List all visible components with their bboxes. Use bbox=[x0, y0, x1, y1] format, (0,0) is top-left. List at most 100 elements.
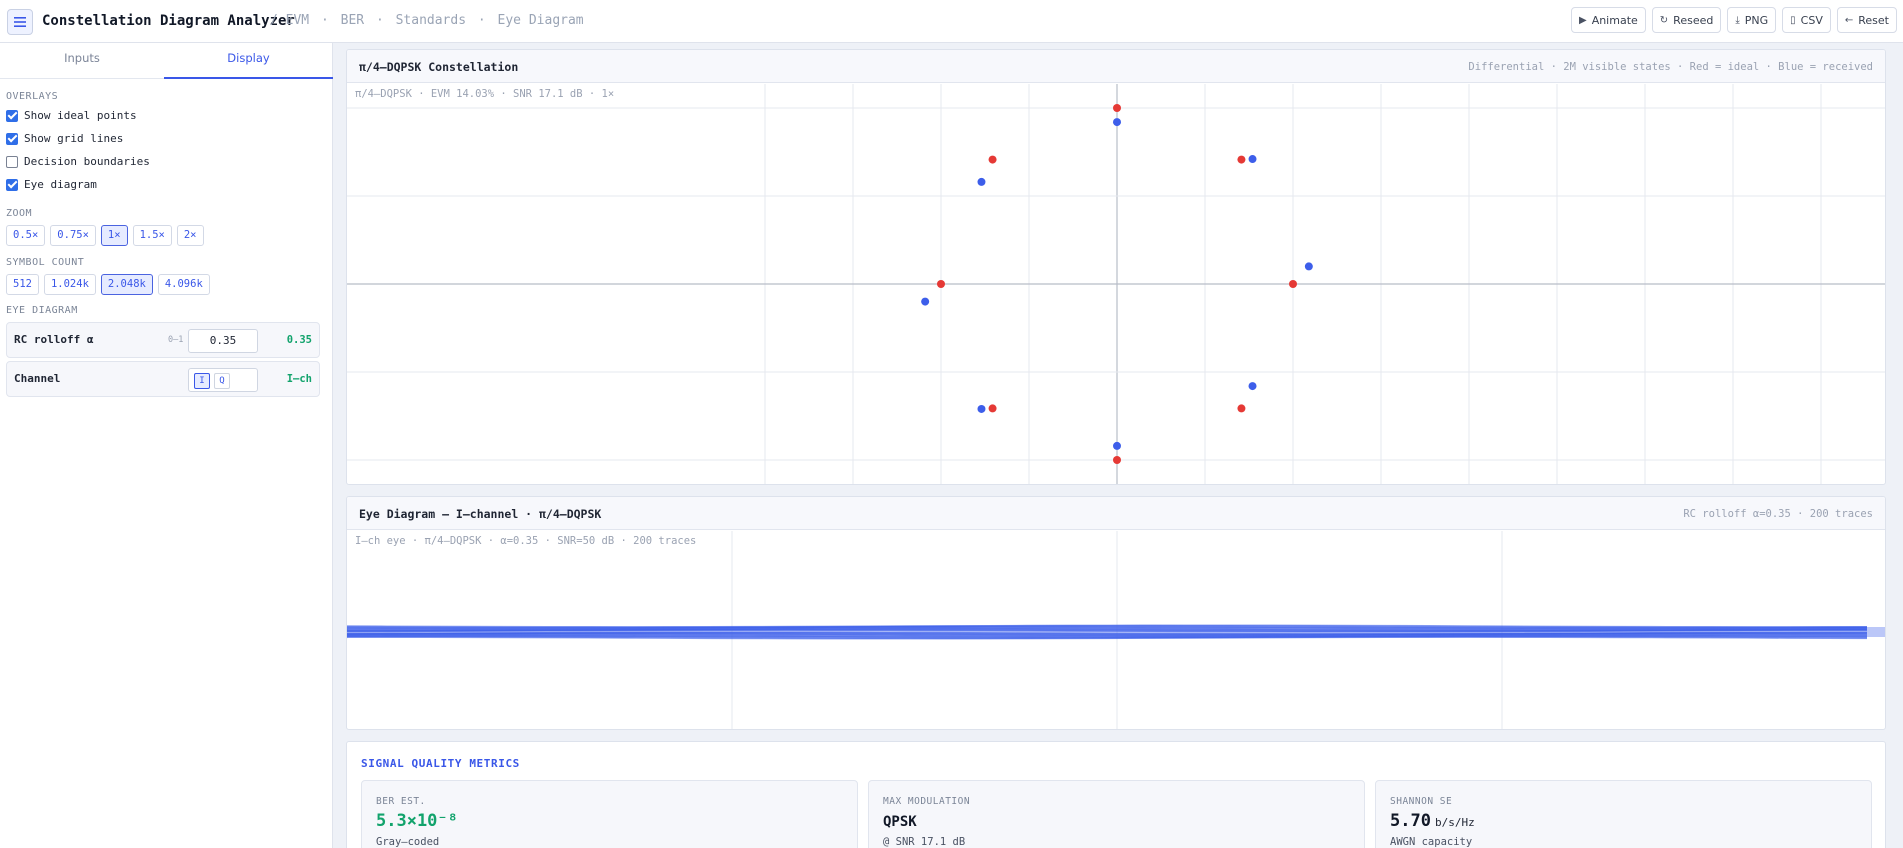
metric-label: SHANNON SE bbox=[1390, 796, 1453, 807]
received-point bbox=[1113, 441, 1121, 450]
eye-diagram-caption: I–ch eye · π/4–DQPSK · α=0.35 · SNR=50 d… bbox=[355, 535, 697, 547]
png-label: PNG bbox=[1744, 13, 1769, 27]
csv-label: CSV bbox=[1800, 13, 1823, 27]
checkbox-box[interactable] bbox=[6, 109, 18, 122]
metric-value-text: QPSK bbox=[883, 814, 917, 830]
checkbox-label: Show ideal points bbox=[24, 109, 137, 122]
tab-display[interactable]: Display bbox=[164, 43, 333, 79]
hamburger-icon bbox=[14, 17, 26, 27]
checkbox-label: Eye diagram bbox=[24, 178, 97, 191]
symbol-count-option[interactable]: 512 bbox=[6, 274, 39, 295]
symbol-count-selector: 512 1.024k 2.048k 4.096k bbox=[6, 274, 215, 295]
ideal-point bbox=[1237, 404, 1246, 413]
metric-value: 5.70 b/s/Hz bbox=[1390, 811, 1475, 831]
checkbox-show-grid-lines[interactable]: Show grid lines bbox=[6, 132, 123, 145]
channel-option-i[interactable]: I bbox=[194, 373, 210, 389]
metric-card-ber: BER EST. 5.3×10⁻⁸ Gray–coded bbox=[361, 780, 858, 848]
zoom-option[interactable]: 1.5× bbox=[132, 225, 172, 246]
breadcrumb-eye-diagram[interactable]: Eye Diagram bbox=[498, 13, 584, 28]
checkbox-decision-boundaries[interactable]: Decision boundaries bbox=[6, 155, 150, 168]
metric-card-max-modulation: MAX MODULATION QPSK @ SNR 17.1 dB bbox=[868, 780, 1365, 848]
rolloff-label: RC rolloff α bbox=[14, 333, 94, 346]
rolloff-control: RC rolloff α 0–1 0.35 0.35 bbox=[6, 322, 320, 358]
zoom-option[interactable]: 2× bbox=[176, 225, 204, 246]
channel-option-q[interactable]: Q bbox=[214, 373, 230, 389]
ideal-point bbox=[1237, 155, 1246, 164]
metric-value-text: 5.3×10⁻⁸ bbox=[376, 811, 458, 831]
metric-value: QPSK bbox=[883, 814, 917, 830]
animate-label: Animate bbox=[1591, 13, 1638, 27]
checkbox-label: Show grid lines bbox=[24, 132, 124, 145]
zoom-option[interactable]: 0.5× bbox=[6, 225, 46, 246]
metric-unit: b/s/Hz bbox=[1434, 816, 1475, 829]
channel-control: Channel I Q I–ch bbox=[6, 361, 320, 397]
breadcrumb-separator: · bbox=[375, 13, 384, 28]
metric-value: 5.3×10⁻⁸ bbox=[376, 811, 458, 831]
symbol-count-option[interactable]: 4.096k bbox=[157, 274, 210, 295]
metrics-title: SIGNAL QUALITY METRICS bbox=[361, 757, 520, 770]
ideal-point bbox=[988, 404, 997, 413]
zoom-option-selected[interactable]: 1× bbox=[100, 225, 128, 246]
channel-value: I–ch bbox=[286, 373, 312, 385]
constellation-panel-header: π/4–DQPSK Constellation Differential · 2… bbox=[347, 50, 1885, 83]
breadcrumb-evm[interactable]: / EVM bbox=[270, 13, 309, 28]
breadcrumb: / EVM · BER · Standards · Eye Diagram bbox=[270, 13, 588, 28]
reset-button[interactable]: ← Reset bbox=[1836, 7, 1897, 33]
channel-label: Channel bbox=[14, 372, 61, 385]
ideal-point bbox=[1113, 456, 1121, 464]
metric-label: BER EST. bbox=[376, 796, 426, 807]
arrow-left-icon: ← bbox=[1844, 14, 1854, 26]
breadcrumb-standards[interactable]: Standards bbox=[396, 13, 466, 28]
top-bar: Constellation Diagram Analyzer / EVM · B… bbox=[0, 0, 1903, 43]
animate-button[interactable]: ▶ Animate bbox=[1570, 7, 1646, 33]
reseed-label: Reseed bbox=[1673, 13, 1714, 27]
constellation-title: π/4–DQPSK Constellation bbox=[359, 60, 519, 74]
constellation-panel: π/4–DQPSK Constellation Differential · 2… bbox=[346, 49, 1886, 485]
eye-diagram-heading: EYE DIAGRAM bbox=[6, 305, 78, 316]
symbol-count-option-selected[interactable]: 2.048k bbox=[100, 274, 153, 295]
received-point bbox=[1304, 262, 1313, 271]
sidebar: Inputs Display OVERLAYS Show ideal point… bbox=[0, 43, 333, 848]
metric-value-text: 5.70 bbox=[1390, 811, 1431, 831]
zoom-heading: ZOOM bbox=[6, 208, 33, 219]
eye-diagram-meta: RC rolloff α=0.35 · 200 traces bbox=[1683, 508, 1873, 520]
eye-diagram-plot[interactable] bbox=[347, 531, 1886, 730]
checkbox-box[interactable] bbox=[6, 178, 18, 191]
toolbar: ▶ Animate ↻ Reseed ⤓ PNG ▯ CSV ← Reset bbox=[1570, 7, 1903, 33]
received-point bbox=[1113, 118, 1121, 127]
file-icon: ▯ bbox=[1790, 14, 1796, 26]
symbol-count-option[interactable]: 1.024k bbox=[43, 274, 96, 295]
checkbox-label: Decision boundaries bbox=[24, 155, 150, 168]
metric-label: MAX MODULATION bbox=[883, 796, 971, 807]
received-point bbox=[977, 404, 986, 413]
checkbox-box[interactable] bbox=[6, 155, 18, 168]
app-title: Constellation Diagram Analyzer bbox=[42, 13, 295, 29]
metric-sub: @ SNR 17.1 dB bbox=[883, 836, 966, 848]
rolloff-range: 0–1 bbox=[168, 335, 184, 345]
csv-button[interactable]: ▯ CSV bbox=[1782, 7, 1831, 33]
checkbox-box[interactable] bbox=[6, 132, 18, 145]
breadcrumb-separator: · bbox=[320, 13, 329, 28]
rolloff-input[interactable]: 0.35 bbox=[188, 329, 258, 353]
constellation-plot[interactable] bbox=[347, 84, 1886, 485]
metric-sub: Gray–coded bbox=[376, 836, 440, 848]
ideal-point bbox=[1113, 104, 1121, 112]
breadcrumb-ber[interactable]: BER bbox=[341, 13, 364, 28]
menu-button[interactable] bbox=[7, 9, 33, 35]
zoom-selector: 0.5× 0.75× 1× 1.5× 2× bbox=[6, 225, 209, 246]
ideal-point bbox=[937, 280, 945, 288]
ideal-point bbox=[1289, 280, 1297, 288]
channel-selector: I Q bbox=[188, 368, 258, 392]
zoom-option[interactable]: 0.75× bbox=[50, 225, 96, 246]
eye-trace-band bbox=[347, 627, 1885, 637]
png-button[interactable]: ⤓ PNG bbox=[1727, 7, 1777, 33]
tab-inputs[interactable]: Inputs bbox=[0, 43, 164, 79]
reseed-button[interactable]: ↻ Reseed bbox=[1651, 7, 1722, 33]
metric-sub: AWGN capacity bbox=[1390, 836, 1473, 848]
constellation-caption: π/4–DQPSK · EVM 14.03% · SNR 17.1 dB · 1… bbox=[355, 88, 615, 100]
received-point bbox=[977, 177, 986, 186]
eye-diagram-panel-header: Eye Diagram — I–channel · π/4–DQPSK RC r… bbox=[347, 497, 1885, 530]
checkbox-eye-diagram[interactable]: Eye diagram bbox=[6, 178, 97, 191]
rolloff-value: 0.35 bbox=[286, 334, 312, 346]
checkbox-show-ideal-points[interactable]: Show ideal points bbox=[6, 109, 137, 122]
